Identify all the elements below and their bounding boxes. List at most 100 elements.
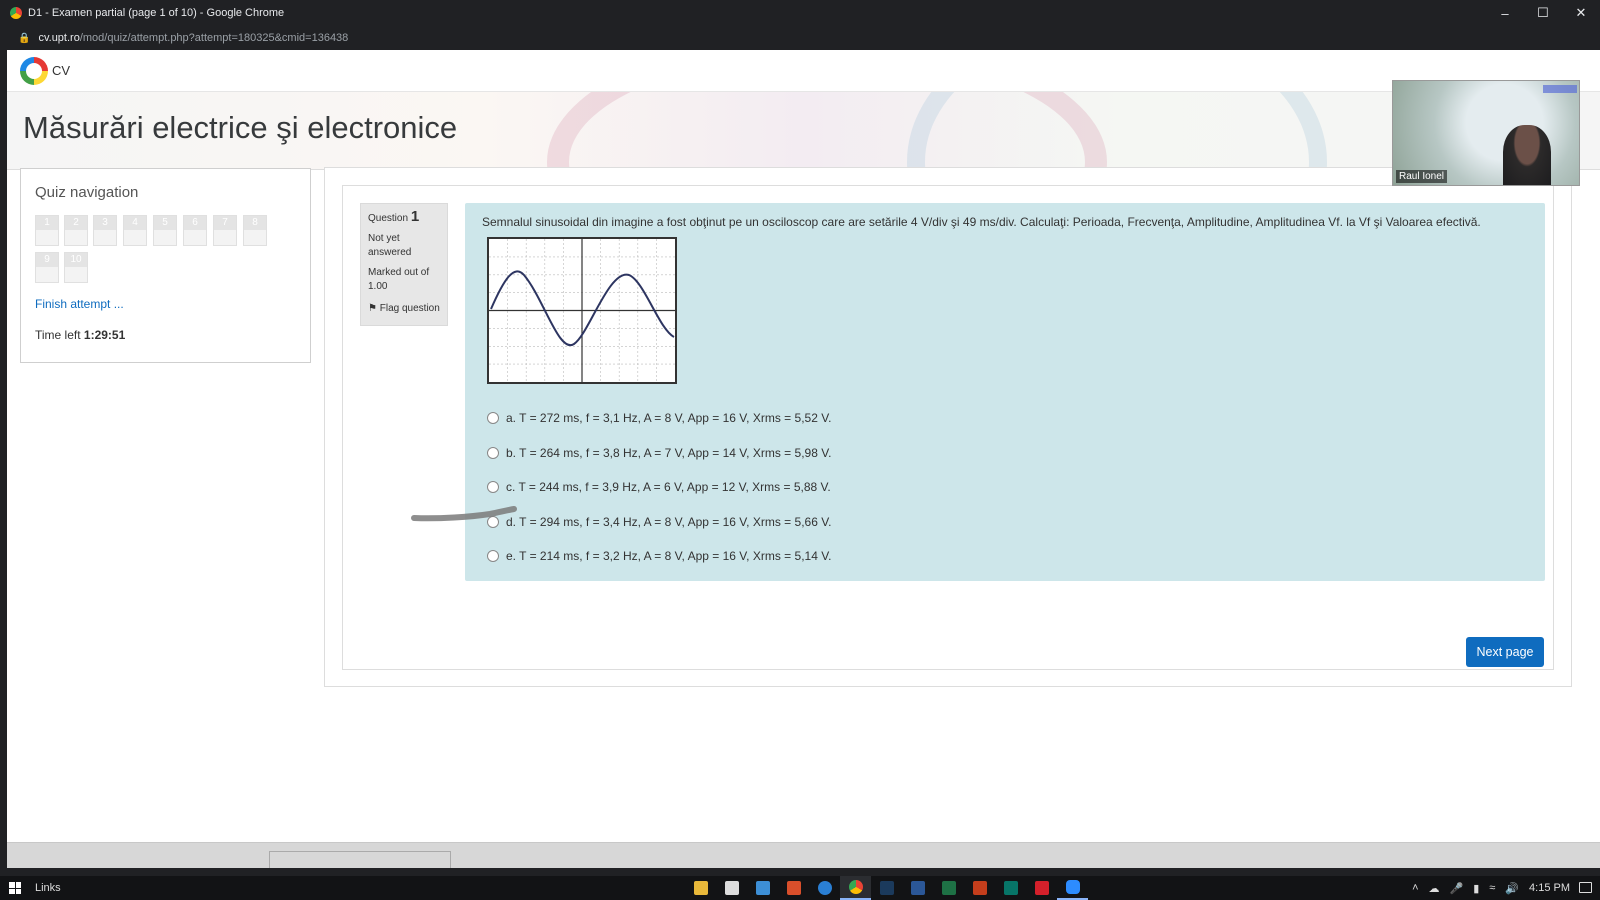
brand-text: CV — [52, 63, 71, 78]
question-number: Question 1 — [368, 208, 440, 226]
word-icon[interactable] — [902, 876, 933, 900]
time-left: Time left 1:29:51 — [35, 328, 125, 342]
course-header: Măsurări electrice şi electronice — [7, 92, 1600, 170]
window-title: D1 - Examen partial (page 1 of 10) - Goo… — [28, 7, 285, 19]
course-title: Măsurări electrice şi electronice — [23, 110, 458, 145]
edge-icon[interactable] — [809, 876, 840, 900]
web-page: CV Măsurări electrice şi electronice Qui… — [7, 50, 1600, 842]
acrobat-icon[interactable] — [1026, 876, 1057, 900]
publisher-icon[interactable] — [995, 876, 1026, 900]
question-button[interactable]: 3 — [93, 215, 117, 246]
annotation-stroke — [411, 506, 517, 522]
question-button-number: 1 — [36, 216, 58, 230]
lock-icon: 🔒 — [18, 32, 31, 44]
zoom-icon[interactable] — [1057, 876, 1088, 900]
powerpoint-icon[interactable] — [964, 876, 995, 900]
answer-text: e. T = 214 ms, f = 3,2 Hz, A = 8 V, App … — [506, 549, 832, 564]
question-button-number: 6 — [184, 216, 206, 230]
question-info: Question 1 Not yet answered Marked out o… — [360, 203, 448, 326]
excel-icon[interactable] — [933, 876, 964, 900]
question-button[interactable]: 7 — [213, 215, 237, 246]
question-button[interactable]: 10 — [64, 252, 88, 283]
question-button-number: 7 — [214, 216, 236, 230]
answer-list: a. T = 272 ms, f = 3,1 Hz, A = 8 V, App … — [487, 401, 831, 574]
question-button[interactable]: 4 — [123, 215, 147, 246]
time-left-label: Time left — [35, 328, 81, 342]
question-button[interactable]: 5 — [153, 215, 177, 246]
flag-question-label: Flag question — [379, 303, 440, 314]
next-page-button[interactable]: Next page — [1466, 637, 1544, 667]
question-button-number: 5 — [154, 216, 176, 230]
answer-option[interactable]: c. T = 244 ms, f = 3,9 Hz, A = 6 V, App … — [487, 470, 831, 505]
answer-option[interactable]: a. T = 272 ms, f = 3,1 Hz, A = 8 V, App … — [487, 401, 831, 436]
question-card: Question 1 Not yet answered Marked out o… — [342, 185, 1554, 670]
answer-text: b. T = 264 ms, f = 3,8 Hz, A = 7 V, App … — [506, 445, 832, 460]
links-toolbar[interactable]: Links — [35, 882, 61, 894]
radio-button[interactable] — [487, 481, 499, 494]
background-window-ghost — [269, 851, 451, 868]
taskbar-apps — [685, 876, 1088, 900]
notifications-icon[interactable] — [1579, 882, 1592, 893]
question-button[interactable]: 9 — [35, 252, 59, 283]
address-bar[interactable]: 🔒 cv.upt.ro/mod/quiz/attempt.php?attempt… — [0, 26, 1600, 50]
microphone-icon[interactable]: 🎤 — [1450, 882, 1464, 895]
video-call-overlay[interactable]: Raul Ionel — [1392, 80, 1580, 186]
flag-icon: ⚑ — [368, 303, 377, 314]
minimize-icon[interactable]: – — [1486, 0, 1524, 26]
steam-icon[interactable] — [871, 876, 902, 900]
wifi-icon[interactable]: ≈ — [1489, 882, 1495, 894]
clock[interactable]: 4:15 PM — [1529, 882, 1570, 894]
question-button-number: 10 — [65, 253, 87, 267]
office-icon[interactable] — [778, 876, 809, 900]
system-tray: ˄ ☁ 🎤 ▮ ≈ 🔊 4:15 PM — [1412, 876, 1570, 900]
question-text: Semnalul sinusoidal din imagine a fost o… — [482, 215, 1481, 229]
site-logo[interactable]: CV — [20, 56, 71, 85]
chrome-taskbar-icon[interactable] — [840, 876, 871, 900]
url-path: /mod/quiz/attempt.php?attempt=180325&cmi… — [79, 32, 349, 44]
question-number-value: 1 — [410, 208, 420, 225]
question-button[interactable]: 1 — [35, 215, 59, 246]
chevron-up-icon[interactable]: ˄ — [1412, 882, 1418, 894]
page-bottom-bar — [7, 842, 1600, 868]
answer-option[interactable]: d. T = 294 ms, f = 3,4 Hz, A = 8 V, App … — [487, 505, 831, 540]
radio-button[interactable] — [487, 550, 499, 563]
url-domain: cv.upt.ro — [38, 32, 80, 44]
browser-title-bar: D1 - Examen partial (page 1 of 10) - Goo… — [0, 0, 1600, 26]
answer-option[interactable]: e. T = 214 ms, f = 3,2 Hz, A = 8 V, App … — [487, 539, 831, 574]
question-button-number: 3 — [94, 216, 116, 230]
finish-attempt-link[interactable]: Finish attempt ... — [35, 297, 124, 311]
answer-text: d. T = 294 ms, f = 3,4 Hz, A = 8 V, App … — [506, 514, 832, 529]
flag-question-link[interactable]: ⚑ Flag question — [368, 302, 440, 316]
maximize-icon[interactable]: ☐ — [1524, 0, 1562, 26]
onedrive-icon[interactable]: ☁ — [1429, 882, 1440, 895]
chrome-icon — [10, 7, 22, 19]
close-icon[interactable]: ✕ — [1562, 0, 1600, 26]
windows-start-icon[interactable] — [9, 882, 21, 894]
question-button[interactable]: 6 — [183, 215, 207, 246]
logo-ring-icon — [20, 56, 48, 85]
volume-icon[interactable]: 🔊 — [1505, 882, 1519, 895]
header-decoration — [907, 92, 1327, 169]
question-button[interactable]: 2 — [64, 215, 88, 246]
question-content: Semnalul sinusoidal din imagine a fost o… — [465, 203, 1545, 581]
question-button[interactable]: 8 — [243, 215, 267, 246]
question-status: Not yet answered — [368, 233, 412, 258]
store-icon[interactable] — [716, 876, 747, 900]
quiz-navigation-title: Quiz navigation — [35, 184, 139, 201]
radio-button[interactable] — [487, 412, 499, 425]
window-controls: – ☐ ✕ — [1486, 0, 1600, 26]
mail-icon[interactable] — [747, 876, 778, 900]
file-explorer-icon[interactable] — [685, 876, 716, 900]
question-button-number: 9 — [36, 253, 58, 267]
answer-text: c. T = 244 ms, f = 3,9 Hz, A = 6 V, App … — [506, 480, 831, 495]
oscilloscope-image — [487, 237, 677, 384]
radio-button[interactable] — [487, 446, 499, 459]
participant-video — [1503, 125, 1551, 185]
question-button-number: 8 — [244, 216, 266, 230]
battery-icon[interactable]: ▮ — [1473, 882, 1479, 895]
answer-option[interactable]: b. T = 264 ms, f = 3,8 Hz, A = 7 V, App … — [487, 436, 831, 471]
question-label: Question — [368, 213, 409, 224]
quiz-navigation-block: Quiz navigation 1 2 3 4 5 6 7 8 9 10 Fin… — [20, 168, 311, 363]
answer-text: a. T = 272 ms, f = 3,1 Hz, A = 8 V, App … — [506, 411, 832, 426]
main-content: Question 1 Not yet answered Marked out o… — [324, 167, 1572, 687]
